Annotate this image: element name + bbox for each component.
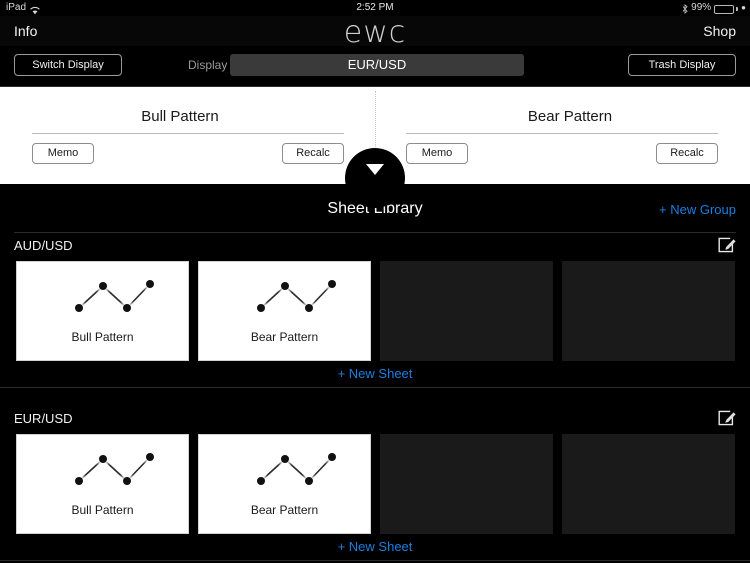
bear-recalc-button[interactable]: Recalc	[656, 143, 718, 164]
sheet-card-row: Bull Pattern Bear Pattern	[0, 434, 750, 534]
sheet-card-label: Bear Pattern	[199, 503, 370, 517]
bull-recalc-button[interactable]: Recalc	[282, 143, 344, 164]
new-group-button[interactable]: + New Group	[659, 202, 736, 217]
switch-display-button[interactable]: Switch Display	[14, 54, 122, 76]
new-sheet-button[interactable]: + New Sheet	[0, 361, 750, 387]
empty-sheet-slot[interactable]	[562, 261, 735, 361]
status-bar: iPad 2:52 PM 99% ●	[0, 0, 750, 16]
bear-pattern-rule	[406, 133, 718, 134]
bull-pattern-rule	[32, 133, 344, 134]
sheet-library: Sheet Library + New Group AUD/USDBull Pa…	[0, 184, 750, 563]
sheet-group: EUR/USD Bull Pattern Bear Pattern + New She…	[0, 406, 750, 561]
empty-sheet-slot[interactable]	[380, 434, 553, 534]
battery-percent: 99%	[691, 0, 711, 16]
sheet-card[interactable]: Bull Pattern	[16, 261, 189, 361]
shop-button[interactable]: Shop	[703, 23, 736, 39]
bull-pattern-title: Bull Pattern	[0, 108, 360, 125]
group-separator	[0, 560, 750, 561]
sheet-card[interactable]: Bear Pattern	[198, 434, 371, 534]
app-logo: ewc	[0, 15, 750, 50]
sheet-card-label: Bull Pattern	[17, 330, 188, 344]
bull-memo-button[interactable]: Memo	[32, 143, 94, 164]
sheet-group: AUD/USD Bull Pattern Bear Pattern + New She…	[0, 233, 750, 388]
empty-sheet-slot[interactable]	[380, 261, 553, 361]
group-name: AUD/USD	[14, 238, 73, 253]
bull-pattern-pane: Bull Pattern Memo Recalc	[0, 87, 360, 184]
nav-bar: Info ewc Shop	[0, 16, 750, 46]
compose-icon[interactable]	[716, 235, 736, 255]
sheet-card-row: Bull Pattern Bear Pattern	[0, 261, 750, 361]
status-right: 99% ●	[682, 0, 746, 16]
chevron-down-icon	[366, 164, 384, 175]
bear-memo-button[interactable]: Memo	[406, 143, 468, 164]
charging-icon: ●	[741, 0, 746, 16]
battery-icon	[714, 5, 734, 14]
compose-icon[interactable]	[716, 408, 736, 428]
library-pull-tab[interactable]	[345, 148, 405, 208]
bear-pattern-title: Bear Pattern	[390, 108, 750, 125]
display-label: Display	[188, 58, 227, 72]
sheet-card-label: Bull Pattern	[17, 503, 188, 517]
group-header: EUR/USD	[0, 406, 750, 434]
display-field[interactable]: EUR/USD	[230, 54, 524, 76]
sheet-card[interactable]: Bear Pattern	[198, 261, 371, 361]
group-header: AUD/USD	[0, 233, 750, 261]
empty-sheet-slot[interactable]	[562, 434, 735, 534]
group-name: EUR/USD	[14, 411, 73, 426]
bluetooth-icon	[682, 4, 688, 14]
sheet-card[interactable]: Bull Pattern	[16, 434, 189, 534]
group-separator	[0, 387, 750, 388]
sheet-card-label: Bear Pattern	[199, 330, 370, 344]
status-time: 2:52 PM	[0, 0, 750, 16]
display-toolbar: Switch Display Display EUR/USD Trash Dis…	[0, 46, 750, 87]
bear-pattern-pane: Bear Pattern Memo Recalc	[390, 87, 750, 184]
app-root: iPad 2:52 PM 99% ● Info ewc Shop	[0, 0, 750, 563]
trash-display-button[interactable]: Trash Display	[628, 54, 736, 76]
new-sheet-button[interactable]: + New Sheet	[0, 534, 750, 560]
